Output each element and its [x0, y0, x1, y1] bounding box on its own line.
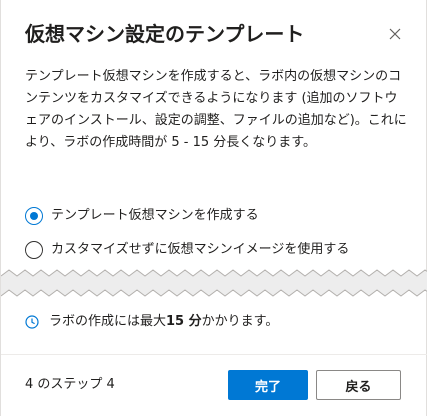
close-icon: [389, 28, 401, 40]
step-indicator: 4 のステップ 4: [25, 377, 115, 392]
template-vm-dialog: 仮想マシン設定のテンプレート テンプレート仮想マシンを作成すると、ラボ内の仮想マ…: [0, 0, 427, 416]
radio-label-use-image: カスタマイズせずに仮想マシンイメージを使用する: [51, 242, 350, 257]
back-button[interactable]: 戻る: [316, 370, 401, 400]
radio-use-image[interactable]: カスタマイズせずに仮想マシンイメージを使用する: [25, 238, 405, 262]
footer-divider: [1, 354, 427, 355]
time-estimate-info: ラボの作成には最大 15 分 かかります。: [25, 312, 278, 332]
radio-button-checked[interactable]: [25, 207, 43, 225]
radio-create-template[interactable]: テンプレート仮想マシンを作成する: [25, 204, 405, 228]
torn-edge-divider: [1, 269, 427, 297]
close-button[interactable]: [383, 22, 407, 46]
info-text-duration: 15 分: [166, 314, 202, 329]
dialog-title: 仮想マシン設定のテンプレート: [25, 22, 305, 46]
radio-button-unchecked[interactable]: [25, 241, 43, 259]
info-text-prefix: ラボの作成には最大: [49, 314, 167, 329]
info-text-suffix: かかります。: [201, 314, 279, 329]
radio-label-create-template: テンプレート仮想マシンを作成する: [51, 208, 259, 223]
clock-icon: [25, 315, 39, 329]
finish-button[interactable]: 完了: [228, 370, 308, 400]
vm-template-radio-group: テンプレート仮想マシンを作成する カスタマイズせずに仮想マシンイメージを使用する: [25, 204, 405, 272]
description-text: テンプレート仮想マシンを作成すると、ラボ内の仮想マシンのコンテンツをカスタマイズ…: [25, 69, 407, 150]
